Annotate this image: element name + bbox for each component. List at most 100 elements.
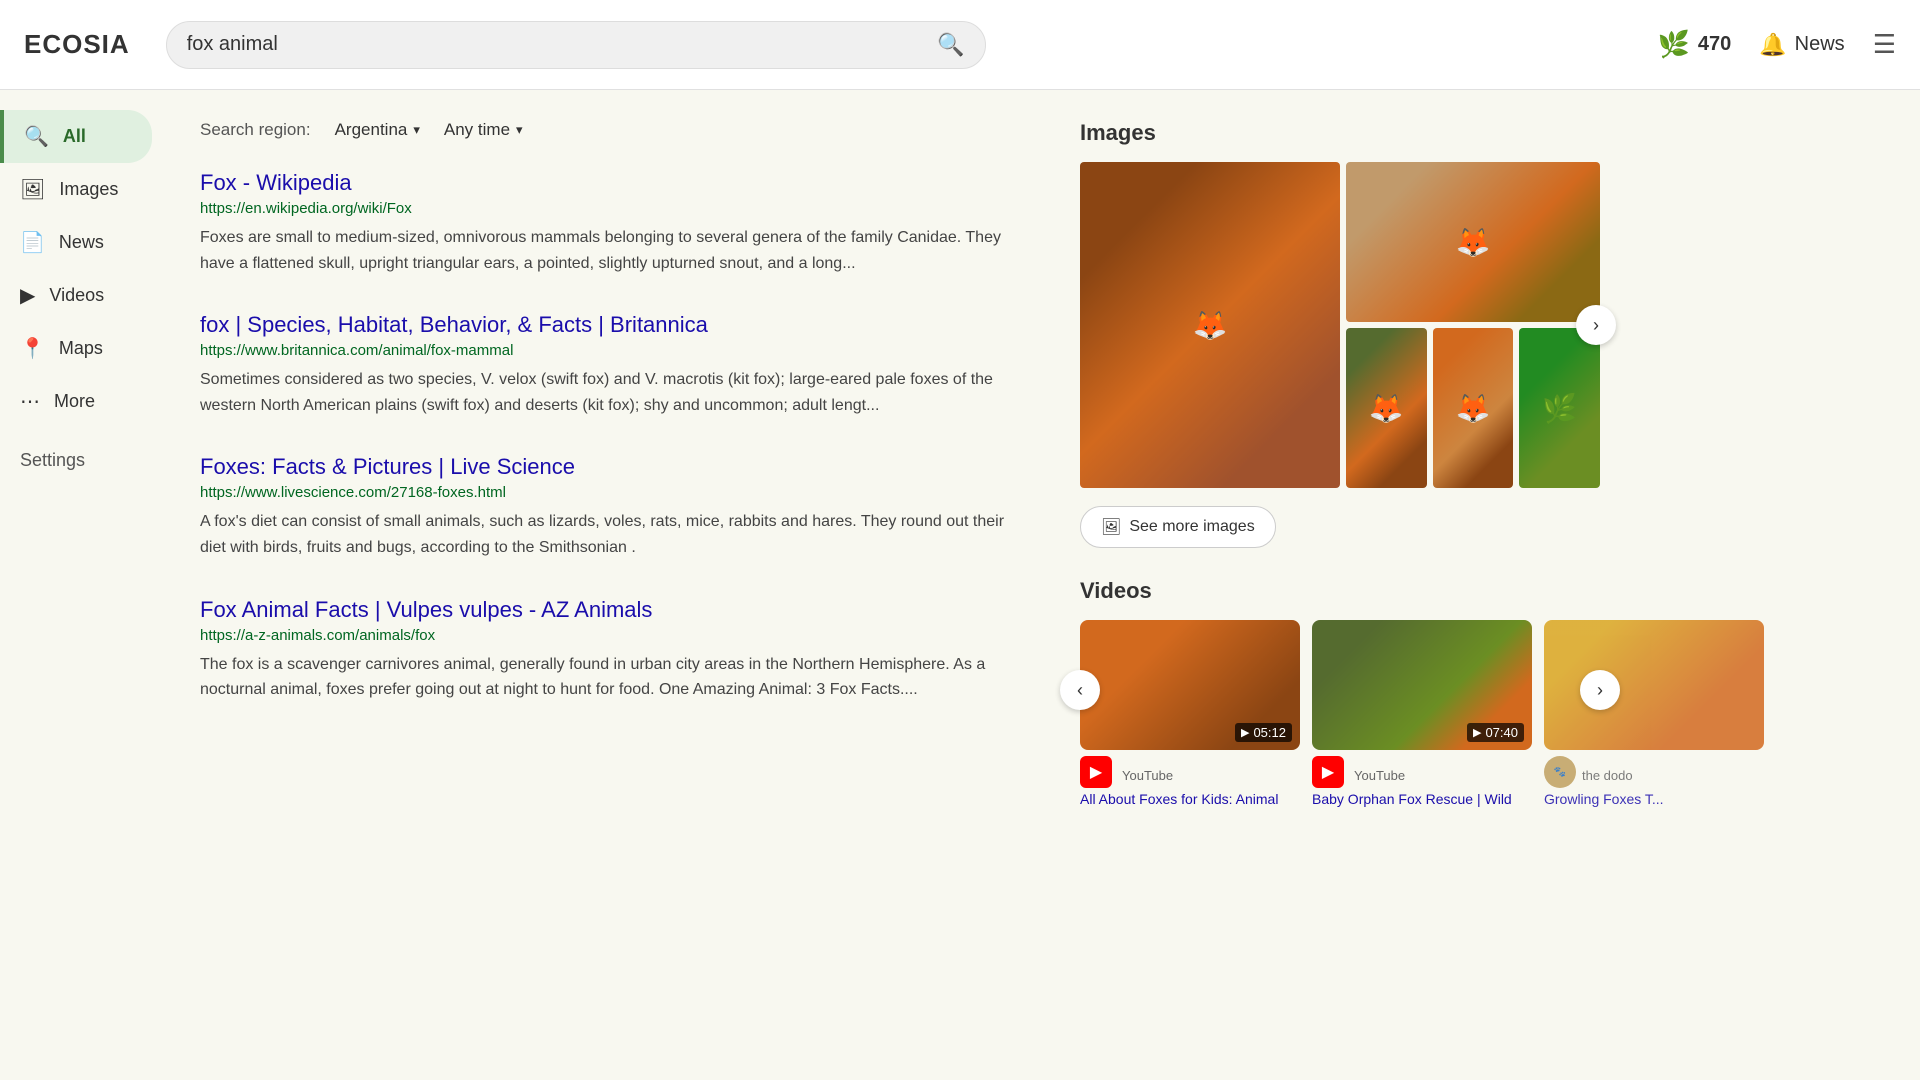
- news-label: News: [1795, 33, 1845, 56]
- filter-bar: Search region: Argentina ▾ Any time ▾: [200, 120, 1020, 140]
- search-result-2: fox | Species, Habitat, Behavior, & Fact…: [200, 312, 1020, 418]
- result-url-3: https://www.livescience.com/27168-foxes.…: [200, 484, 1020, 501]
- youtube-logo-1: ▶: [1080, 756, 1112, 788]
- videos-section-title: Videos: [1080, 578, 1600, 604]
- video-thumb-2[interactable]: ▶ 07:40: [1312, 620, 1532, 750]
- fox-image-4[interactable]: 🦊: [1433, 328, 1514, 488]
- video-card-1: ▶ 05:12 ▶ YouTube All About Foxes for Ki…: [1080, 620, 1300, 810]
- right-panel: Images 🦊 🦊 🦊 🦊 🌿: [1060, 90, 1620, 1080]
- fox-img-placeholder-3: 🦊: [1346, 328, 1427, 488]
- video-thumb-3[interactable]: [1544, 620, 1764, 750]
- result-url-2: https://www.britannica.com/animal/fox-ma…: [200, 342, 1020, 359]
- video-title-2[interactable]: Baby Orphan Fox Rescue | Wild: [1312, 790, 1532, 810]
- sidebar-item-more[interactable]: ⋯ More: [0, 375, 152, 428]
- tree-count: 470: [1698, 33, 1731, 56]
- result-title-2[interactable]: fox | Species, Habitat, Behavior, & Fact…: [200, 312, 708, 337]
- video-duration-2: ▶ 07:40: [1467, 723, 1524, 742]
- sidebar-item-images[interactable]: 🖼 Images: [0, 163, 152, 216]
- sidebar-item-maps[interactable]: 📍 Maps: [0, 322, 152, 375]
- sidebar-item-label: All: [63, 126, 86, 147]
- images-icon: 🖼: [20, 177, 45, 202]
- sidebar-item-label: Videos: [49, 285, 104, 306]
- videos-icon: ▶: [20, 283, 35, 308]
- time-value: Any time: [444, 120, 510, 140]
- sidebar-item-label: News: [59, 232, 104, 253]
- sidebar-item-label: More: [54, 391, 95, 412]
- videos-next-button[interactable]: ›: [1580, 670, 1620, 710]
- video-card-2: ▶ 07:40 ▶ YouTube Baby Orphan Fox Rescue…: [1312, 620, 1532, 810]
- search-input[interactable]: [187, 33, 926, 56]
- header: ECOSIA 🔍 🌿 470 🔔 News ☰: [0, 0, 1920, 90]
- images-next-button[interactable]: ›: [1576, 305, 1616, 345]
- sidebar-item-label: Images: [59, 179, 118, 200]
- layout: 🔍 All 🖼 Images 📄 News ▶ Videos 📍 Maps ⋯ …: [0, 90, 1920, 1080]
- search-icon: 🔍: [24, 124, 49, 149]
- sidebar-item-videos[interactable]: ▶ Videos: [0, 269, 152, 322]
- video-card-3: 🐾 the dodo Growling Foxes T...: [1544, 620, 1764, 810]
- tree-icon: 🌿: [1658, 29, 1690, 60]
- video-source-3: the dodo: [1582, 768, 1633, 783]
- news-icon: 📄: [20, 230, 45, 255]
- fox-image-1[interactable]: 🦊: [1080, 162, 1340, 488]
- search-result-1: Fox - Wikipedia https://en.wikipedia.org…: [200, 170, 1020, 276]
- fox-image-5[interactable]: 🌿: [1519, 328, 1600, 488]
- images-section-title: Images: [1080, 120, 1600, 146]
- fox-image-2[interactable]: 🦊: [1346, 162, 1600, 322]
- dodo-logo: 🐾: [1544, 756, 1576, 788]
- see-more-icon: 🖼: [1101, 517, 1121, 537]
- video-source-row-2: ▶ YouTube: [1312, 756, 1532, 788]
- more-icon: ⋯: [20, 389, 40, 414]
- video-source-row-3: 🐾 the dodo: [1544, 756, 1764, 788]
- videos-row: ‹ ▶ 05:12 ▶ YouTube All About Foxes for …: [1080, 620, 1600, 810]
- search-result-4: Fox Animal Facts | Vulpes vulpes - AZ An…: [200, 597, 1020, 703]
- search-result-3: Foxes: Facts & Pictures | Live Science h…: [200, 454, 1020, 560]
- region-label: Search region:: [200, 120, 311, 140]
- news-button[interactable]: 🔔 News: [1759, 32, 1844, 58]
- logo: ECOSIA: [24, 29, 130, 60]
- sidebar-item-news[interactable]: 📄 News: [0, 216, 152, 269]
- see-more-images-button[interactable]: 🖼 See more images: [1080, 506, 1276, 548]
- videos-prev-button[interactable]: ‹: [1060, 670, 1100, 710]
- time-dropdown[interactable]: Any time ▾: [444, 120, 523, 140]
- result-url-1: https://en.wikipedia.org/wiki/Fox: [200, 200, 1020, 217]
- maps-icon: 📍: [20, 336, 45, 361]
- result-title-1[interactable]: Fox - Wikipedia: [200, 170, 352, 195]
- video-source-1: YouTube: [1122, 768, 1173, 783]
- duration-value-1: 05:12: [1253, 725, 1286, 740]
- images-grid: 🦊 🦊 🦊 🦊 🌿 ›: [1080, 162, 1600, 488]
- main-results: Search region: Argentina ▾ Any time ▾ Fo…: [160, 90, 1060, 1080]
- menu-icon[interactable]: ☰: [1873, 29, 1896, 60]
- video-duration-1: ▶ 05:12: [1235, 723, 1292, 742]
- header-right: 🌿 470 🔔 News ☰: [1658, 29, 1896, 60]
- video-thumb-1[interactable]: ▶ 05:12: [1080, 620, 1300, 750]
- result-url-4: https://a-z-animals.com/animals/fox: [200, 627, 1020, 644]
- search-icon[interactable]: 🔍: [937, 32, 964, 58]
- duration-value-2: 07:40: [1485, 725, 1518, 740]
- video-source-row-1: ▶ YouTube: [1080, 756, 1300, 788]
- video-title-1[interactable]: All About Foxes for Kids: Animal: [1080, 790, 1300, 810]
- videos-section: Videos ‹ ▶ 05:12 ▶ YouTube: [1080, 578, 1600, 810]
- fox-img-placeholder-1: 🦊: [1080, 162, 1340, 488]
- result-desc-2: Sometimes considered as two species, V. …: [200, 367, 1020, 418]
- fox-image-3[interactable]: 🦊: [1346, 328, 1427, 488]
- images-bottom-row: 🦊 🦊 🌿: [1346, 328, 1600, 488]
- result-title-4[interactable]: Fox Animal Facts | Vulpes vulpes - AZ An…: [200, 597, 652, 622]
- result-desc-3: A fox's diet can consist of small animal…: [200, 509, 1020, 560]
- region-value: Argentina: [335, 120, 408, 140]
- youtube-logo-2: ▶: [1312, 756, 1344, 788]
- sidebar: 🔍 All 🖼 Images 📄 News ▶ Videos 📍 Maps ⋯ …: [0, 90, 160, 1080]
- fox-img-placeholder-5: 🌿: [1519, 328, 1600, 488]
- tree-counter: 🌿 470: [1658, 29, 1732, 60]
- region-dropdown-arrow: ▾: [413, 122, 420, 138]
- region-dropdown[interactable]: Argentina ▾: [335, 120, 420, 140]
- video-title-3[interactable]: Growling Foxes T...: [1544, 790, 1764, 810]
- fox-img-placeholder-4: 🦊: [1433, 328, 1514, 488]
- search-bar: 🔍: [166, 21, 986, 69]
- settings-link[interactable]: Settings: [0, 436, 160, 485]
- bell-icon: 🔔: [1759, 32, 1786, 58]
- fox-img-placeholder-2: 🦊: [1346, 162, 1600, 322]
- sidebar-item-all[interactable]: 🔍 All: [0, 110, 152, 163]
- result-title-3[interactable]: Foxes: Facts & Pictures | Live Science: [200, 454, 575, 479]
- sidebar-item-label: Maps: [59, 338, 103, 359]
- play-icon-1: ▶: [1241, 726, 1249, 739]
